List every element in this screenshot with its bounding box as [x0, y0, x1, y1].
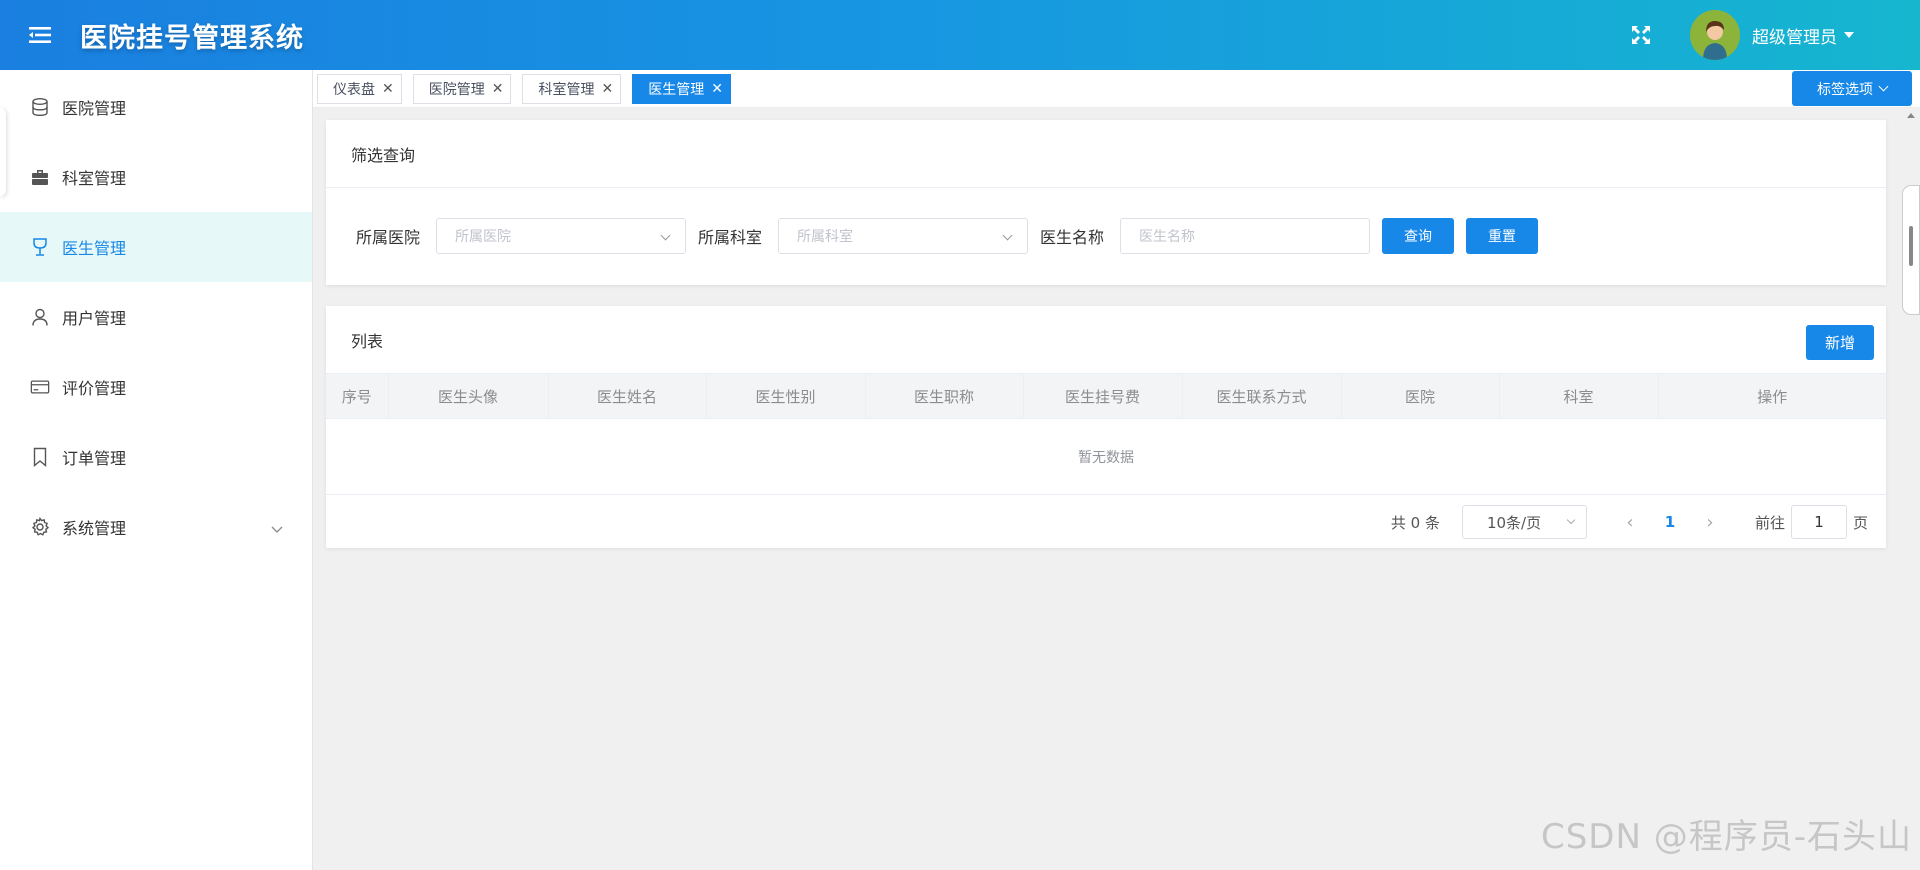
scroll-up-icon[interactable]	[1907, 113, 1915, 118]
tab-options-label: 标签选项	[1817, 81, 1873, 98]
column-header: 医生性别	[706, 373, 866, 419]
tab-doctor[interactable]: 医生管理 ✕	[632, 73, 731, 104]
menu-toggle-button[interactable]	[0, 0, 80, 70]
page-number[interactable]: 1	[1645, 513, 1695, 531]
sidebar-item-label: 医生管理	[62, 239, 127, 258]
sidebar-item-label: 医院管理	[62, 99, 127, 118]
next-page-icon[interactable]: ›	[1695, 512, 1725, 533]
query-button[interactable]: 查询	[1382, 218, 1455, 254]
sidebar-item-label: 系统管理	[62, 519, 127, 538]
reset-button[interactable]: 重置	[1466, 218, 1539, 254]
bookmark-icon	[30, 447, 50, 467]
chevron-down-icon	[1002, 230, 1013, 241]
doctor-name-input[interactable]: 医生名称	[1120, 218, 1371, 254]
caret-down-icon	[1844, 32, 1854, 38]
close-icon[interactable]: ✕	[711, 81, 723, 97]
chevron-down-icon	[1878, 81, 1889, 92]
fullscreen-icon	[1632, 26, 1650, 44]
database-icon	[30, 97, 50, 117]
tab-dashboard[interactable]: 仪表盘 ✕	[317, 73, 402, 104]
sidebar-item-department[interactable]: 科室管理	[0, 142, 312, 212]
chevron-down-icon	[1566, 515, 1576, 525]
hamburger-icon	[29, 27, 51, 43]
user-avatar-icon	[1690, 10, 1740, 60]
admin-name: 超级管理员	[1752, 27, 1837, 48]
doctor-filter-label: 医生名称	[1040, 228, 1105, 247]
chevron-down-icon	[660, 230, 671, 241]
sidebar-item-hospital[interactable]: 医院管理	[0, 72, 312, 142]
column-header: 医生挂号费	[1023, 373, 1183, 419]
column-header: 操作	[1658, 373, 1886, 419]
watermark: CSDN @程序员-石头山	[1540, 817, 1912, 857]
filter-title: 筛选查询	[326, 120, 1886, 188]
close-icon[interactable]: ✕	[601, 81, 613, 97]
dept-select-placeholder: 所属科室	[797, 229, 854, 245]
sidebar-item-label: 科室管理	[62, 169, 127, 188]
chevron-down-icon	[270, 519, 284, 538]
table-header-row: 序号 医生头像 医生姓名 医生性别 医生职称 医生挂号费 医生联系方式 医院 科…	[326, 373, 1886, 419]
goto-page-input[interactable]: 1	[1790, 505, 1847, 539]
scrollbar-thumb[interactable]	[1909, 226, 1913, 266]
hospital-filter-label: 所属医院	[356, 228, 421, 247]
briefcase-icon	[30, 167, 50, 187]
sidebar-item-review[interactable]: 评价管理	[0, 352, 312, 422]
fullscreen-button[interactable]	[1626, 20, 1656, 50]
prev-page-icon[interactable]: ‹	[1615, 512, 1645, 533]
column-header: 医生头像	[388, 373, 549, 419]
page-size-select[interactable]: 10条/页	[1461, 505, 1587, 539]
doctor-name-placeholder: 医生名称	[1139, 229, 1196, 245]
sidebar: 医院管理 科室管理 医生管理 用户管理 评价管理 订单管理 系统管理	[0, 70, 313, 870]
card-icon	[30, 377, 50, 397]
app-title: 医院挂号管理系统	[80, 22, 304, 54]
pagination: 共 0 条 10条/页 ‹ 1 › 前往 1 页	[326, 495, 1886, 549]
goblet-icon	[30, 237, 50, 257]
doctor-table: 序号 医生头像 医生姓名 医生性别 医生职称 医生挂号费 医生联系方式 医院 科…	[326, 373, 1886, 495]
column-header: 医生职称	[865, 373, 1024, 419]
tab-label: 仪表盘	[333, 81, 375, 98]
add-doctor-button[interactable]: 新增	[1806, 325, 1874, 360]
admin-menu[interactable]: 超级管理员	[1752, 23, 1854, 48]
sidebar-item-label: 订单管理	[62, 449, 127, 468]
sidebar-item-user[interactable]: 用户管理	[0, 282, 312, 352]
sidebar-item-label: 评价管理	[62, 379, 127, 398]
top-header: 医院挂号管理系统 超级管理员	[0, 0, 1920, 70]
tab-department[interactable]: 科室管理 ✕	[522, 73, 622, 104]
hospital-select[interactable]: 所属医院	[436, 218, 687, 254]
total-count: 共 0 条	[1390, 513, 1440, 532]
tab-label: 医生管理	[648, 81, 705, 98]
tab-label: 医院管理	[428, 81, 485, 98]
sidebar-item-system[interactable]: 系统管理	[0, 492, 312, 562]
tab-options-button[interactable]: 标签选项	[1792, 71, 1912, 106]
page-suffix: 页	[1852, 513, 1868, 532]
hospital-select-placeholder: 所属医院	[455, 229, 512, 245]
close-icon[interactable]: ✕	[382, 81, 394, 97]
tab-label: 科室管理	[538, 81, 595, 98]
empty-state: 暂无数据	[326, 418, 1886, 495]
dept-filter-label: 所属科室	[698, 228, 763, 247]
column-header: 序号	[326, 373, 389, 419]
column-header: 医生联系方式	[1182, 373, 1342, 419]
scrollbar[interactable]	[1902, 185, 1920, 315]
sidebar-item-doctor[interactable]: 医生管理	[0, 212, 312, 282]
tab-hospital[interactable]: 医院管理 ✕	[412, 73, 512, 104]
avatar[interactable]	[1690, 10, 1740, 60]
sidebar-item-label: 用户管理	[62, 309, 127, 328]
column-header: 医院	[1341, 373, 1500, 419]
filter-panel: 筛选查询 所属医院 所属医院 所属科室 所属科室 医生名称 医生名称 查询 重置	[326, 120, 1886, 285]
close-icon[interactable]: ✕	[492, 81, 504, 97]
goto-label: 前往	[1754, 513, 1785, 532]
tabs-bar: 仪表盘 ✕ 医院管理 ✕ 科室管理 ✕ 医生管理 ✕ 标签选项	[313, 70, 1920, 108]
column-header: 科室	[1499, 373, 1659, 419]
goto-page: 前往 1 页	[1755, 505, 1868, 539]
page-size-value: 10条/页	[1486, 513, 1542, 532]
list-title: 列表	[351, 331, 384, 351]
dept-select[interactable]: 所属科室	[778, 218, 1029, 254]
column-header: 医生姓名	[548, 373, 707, 419]
gear-icon	[30, 517, 50, 537]
user-icon	[30, 307, 50, 327]
sidebar-item-order[interactable]: 订单管理	[0, 422, 312, 492]
list-panel: 列表 新增 序号 医生头像 医生姓名 医生性别 医生职称 医生挂号费 医生联系方…	[326, 306, 1886, 548]
